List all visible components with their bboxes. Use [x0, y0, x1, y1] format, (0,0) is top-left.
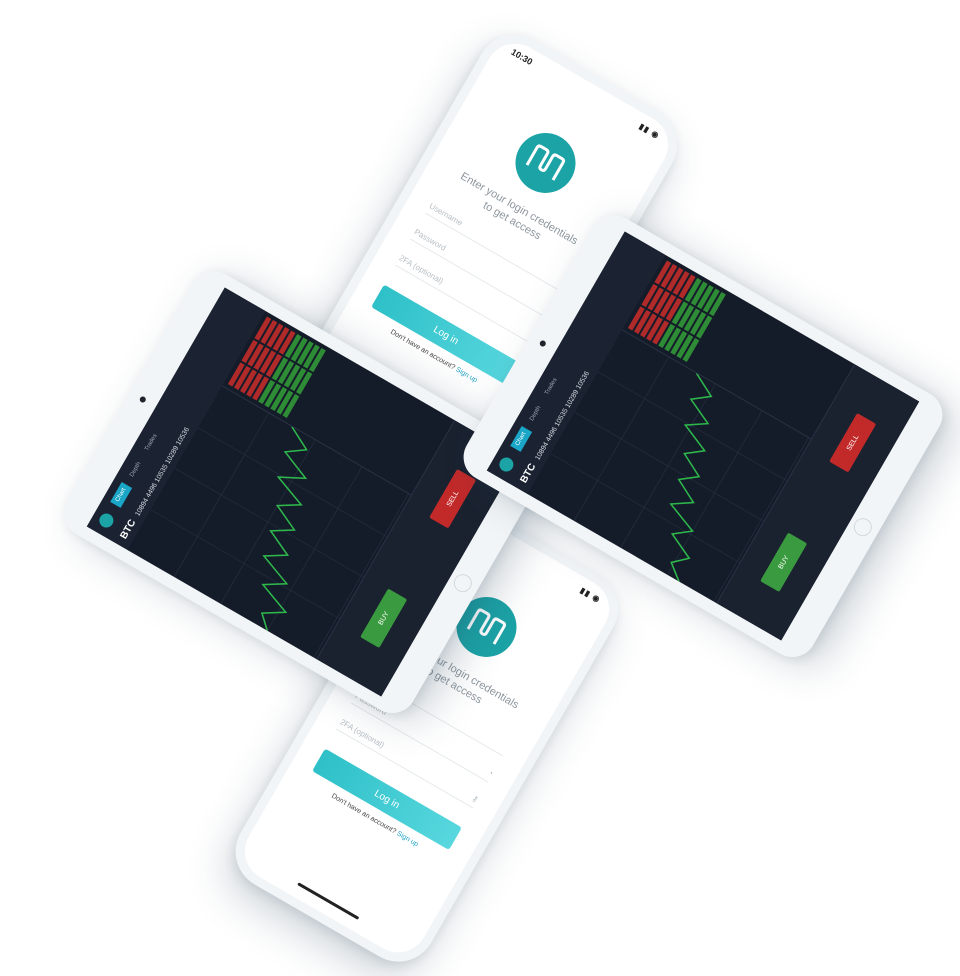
- buy-button[interactable]: BUY: [760, 532, 808, 593]
- brand-logo-icon: [496, 454, 516, 475]
- brand-logo-icon: [96, 510, 116, 531]
- tab-depth[interactable]: Depth: [525, 400, 547, 427]
- otp-placeholder: 2FA (optional): [338, 717, 386, 750]
- tab-trades[interactable]: Trades: [140, 428, 164, 457]
- home-indicator: [297, 882, 360, 920]
- tab-trades[interactable]: Trades: [540, 372, 564, 401]
- logo-icon: [525, 144, 566, 181]
- tab-depth[interactable]: Depth: [125, 456, 147, 483]
- logo-icon: [466, 608, 507, 645]
- home-button: [450, 570, 476, 596]
- device-mockup-scene: 10:30 ▮▮ ◉ Enter your login credentials …: [0, 0, 960, 976]
- status-time: 10:30: [509, 46, 535, 68]
- tab-chart[interactable]: Chart: [110, 482, 132, 508]
- sell-button[interactable]: SELL: [829, 412, 877, 473]
- key-icon: ⚷: [470, 793, 480, 805]
- signup-link[interactable]: Sign up: [454, 366, 478, 384]
- sell-button[interactable]: SELL: [429, 468, 477, 529]
- buy-button[interactable]: BUY: [360, 588, 408, 649]
- camera-icon: [538, 339, 547, 348]
- home-button: [850, 514, 876, 540]
- tab-chart[interactable]: Chart: [510, 426, 532, 452]
- signup-link[interactable]: Sign up: [395, 830, 419, 848]
- signal-icon: ▮▮ ◉: [637, 121, 662, 141]
- username-placeholder: Username: [427, 201, 465, 228]
- eye-icon[interactable]: ◔: [486, 768, 495, 778]
- signal-icon: ▮▮ ◉: [578, 585, 603, 605]
- otp-placeholder: 2FA (optional): [397, 253, 445, 286]
- camera-icon: [138, 395, 147, 404]
- status-bar: 10:30 ▮▮ ◉: [492, 33, 679, 155]
- password-placeholder: Password: [412, 227, 448, 253]
- brand-logo: [504, 121, 587, 204]
